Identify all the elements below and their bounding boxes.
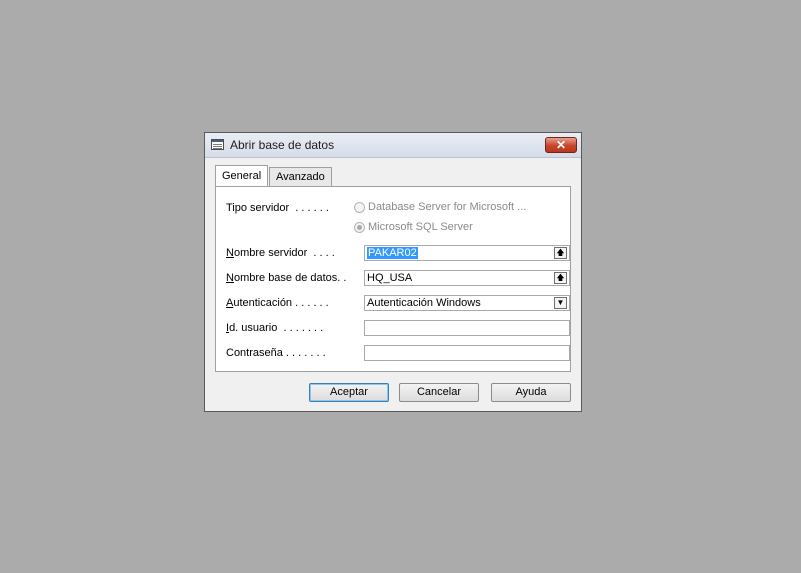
down-triangle-icon[interactable]: ▼	[554, 297, 567, 309]
window-title: Abrir base de datos	[230, 138, 335, 152]
server-name-value: PAKAR02	[367, 247, 418, 259]
help-button[interactable]: Ayuda	[491, 383, 571, 402]
tab-avanzado[interactable]: Avanzado	[269, 167, 332, 186]
close-icon: ✕	[555, 138, 567, 152]
tab-avanzado-label: Avanzado	[276, 171, 325, 183]
database-name-label: Nombre base de datos. .	[226, 272, 347, 284]
radio-circle	[354, 202, 365, 213]
server-type-label: Tipo servidor . . . . . .	[226, 202, 329, 214]
close-button[interactable]: ✕	[545, 137, 577, 153]
radio-database-server-label: Database Server for Microsoft ...	[368, 201, 527, 213]
table-icon	[211, 139, 224, 150]
server-name-label: Nombre servidor . . . .	[226, 247, 335, 259]
accept-button[interactable]: Aceptar	[309, 383, 389, 402]
general-panel: Tipo servidor . . . . . . Database Serve…	[215, 186, 571, 372]
title-bar[interactable]: Abrir base de datos ✕	[205, 133, 581, 158]
database-name-value: HQ_USA	[367, 272, 413, 284]
user-id-label: Id. usuario . . . . . . .	[226, 322, 324, 334]
database-name-field[interactable]: HQ_USA 🡅	[364, 270, 570, 286]
password-label: Contraseña . . . . . . .	[226, 347, 326, 359]
cancel-button[interactable]: Cancelar	[399, 383, 479, 402]
password-field[interactable]	[364, 345, 570, 361]
radio-sql-server-label: Microsoft SQL Server	[368, 221, 473, 233]
open-database-dialog: Abrir base de datos ✕ General Avanzado T…	[204, 132, 582, 412]
user-id-field[interactable]	[364, 320, 570, 336]
authentication-label: Autenticación . . . . . .	[226, 297, 329, 309]
authentication-select[interactable]: Autenticación Windows ▼	[364, 295, 570, 311]
tab-general-label: General	[222, 170, 262, 182]
radio-circle-checked	[354, 222, 365, 233]
authentication-value: Autenticación Windows	[367, 297, 481, 309]
tab-general[interactable]: General	[215, 165, 269, 186]
up-arrow-icon[interactable]: 🡅	[554, 272, 567, 284]
up-arrow-icon[interactable]: 🡅	[554, 247, 567, 259]
server-name-field[interactable]: PAKAR02 🡅	[364, 245, 570, 261]
